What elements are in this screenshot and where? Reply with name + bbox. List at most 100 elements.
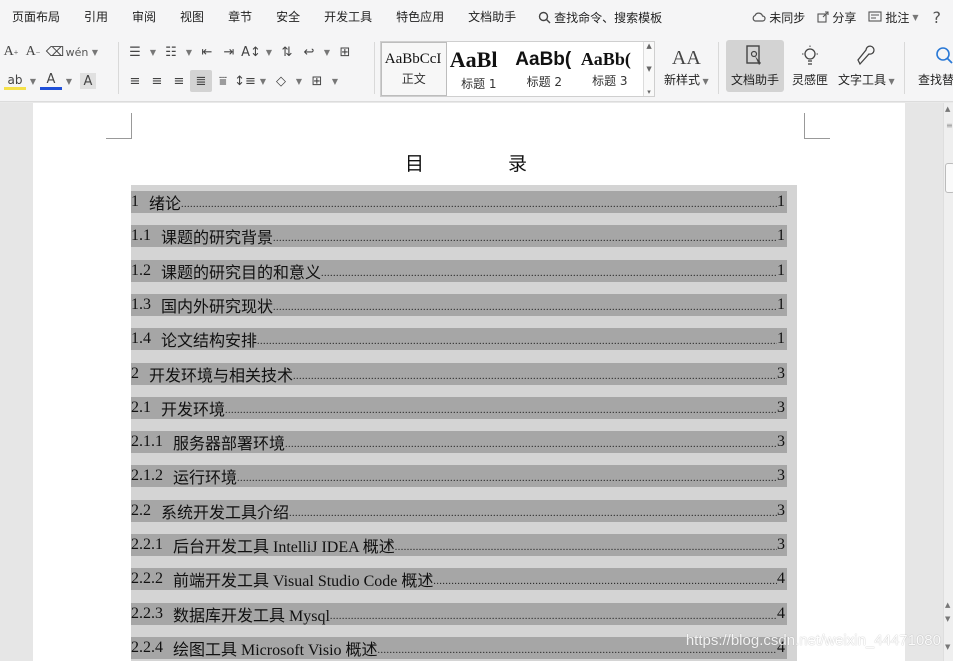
toc-entry[interactable]: 2.1.2 运行环境...............................… — [131, 465, 787, 488]
share-button[interactable]: 分享 — [811, 9, 862, 26]
decrease-indent-icon[interactable]: ⇤ — [196, 41, 218, 63]
sort-icon[interactable]: ⇅ — [276, 41, 298, 63]
inspiration-label: 灵感匣 — [792, 72, 829, 87]
toc-entry[interactable]: 1 绪论.....................................… — [131, 191, 787, 213]
new-style-button[interactable]: AA 新样式 ▼ — [660, 40, 713, 92]
toc-entry[interactable]: 1.1 课题的研究背景..............................… — [131, 225, 787, 248]
menu-special-apps[interactable]: 特色应用 — [384, 0, 456, 34]
toc-entry-page: 3 — [777, 467, 785, 485]
style-heading-3[interactable]: AaBb( 标题 3 — [578, 42, 644, 96]
expand-gallery-icon[interactable]: ▾ — [647, 88, 651, 96]
menu-developer[interactable]: 开发工具 — [312, 0, 384, 34]
style-heading-1[interactable]: AaBl 标题 1 — [447, 42, 513, 96]
text-direction-icon[interactable]: A↕ — [240, 41, 262, 63]
toc-entry[interactable]: 1.4 论文结构安排...............................… — [131, 328, 787, 351]
border-icon[interactable]: ⊞ — [306, 70, 328, 92]
chevron-up-icon[interactable]: ▲ — [945, 601, 950, 609]
cloud-icon — [752, 12, 766, 22]
shrink-font-icon[interactable]: A − — [22, 41, 44, 63]
inspiration-button[interactable]: 灵感匣 — [788, 40, 832, 92]
command-search[interactable]: 查找命令、搜索模板 — [528, 9, 672, 26]
font-color-icon[interactable]: A — [40, 72, 62, 90]
line-spacing-icon[interactable]: ↕≡ — [234, 70, 256, 92]
style-heading-2[interactable]: AaBb( 标题 2 — [512, 42, 578, 96]
toc-entry[interactable]: 1.3 国内外研究现状..............................… — [131, 293, 787, 316]
document-page[interactable]: 目 录 1 绪论.................................… — [33, 103, 905, 661]
char-shading-icon[interactable]: A — [80, 73, 96, 89]
chevron-down-icon[interactable]: ▼ — [262, 41, 276, 63]
menu-references[interactable]: 引用 — [72, 0, 120, 34]
grow-font-icon[interactable]: A + — [0, 41, 22, 63]
chevron-down-icon[interactable]: ▼ — [945, 643, 950, 651]
toc-entry[interactable]: 2 开发环境与相关技术..............................… — [131, 362, 787, 385]
toc-entry[interactable]: 2.2.2 前端开发工具 Visual Studio Code 概述.......… — [131, 568, 787, 591]
numbered-list-icon[interactable]: ☷ — [160, 41, 182, 63]
toc-entry-number: 2.2 — [131, 501, 151, 519]
menu-view[interactable]: 视图 — [168, 0, 216, 34]
text-tools-button[interactable]: 文字工具 ▼ — [834, 40, 899, 92]
chevron-down-icon[interactable]: ▼ — [292, 70, 306, 92]
help-icon[interactable]: ? — [925, 8, 953, 27]
toc-entry[interactable]: 2.1.1 服务器部署环境............................… — [131, 431, 787, 454]
toc-entry-title: 运行环境 — [173, 470, 238, 488]
menu-section[interactable]: 章节 — [216, 0, 264, 34]
scroll-thumb[interactable] — [945, 163, 953, 193]
comment-button[interactable]: 批注 ▼ — [862, 9, 924, 26]
find-replace-button[interactable]: 查找替 — [910, 40, 953, 92]
toc-entry[interactable]: 2.2.3 数据库开发工具 Mysql......................… — [131, 602, 787, 625]
chevron-down-icon[interactable]: ▼ — [146, 41, 160, 63]
shading-icon[interactable]: ◇ — [270, 70, 292, 92]
eraser-icon[interactable]: ⌫ — [44, 41, 66, 63]
increase-indent-icon[interactable]: ⇥ — [218, 41, 240, 63]
chevron-down-icon[interactable]: ▼ — [320, 41, 334, 63]
table-icon[interactable]: ⊞ — [334, 41, 356, 63]
toc-field[interactable]: 1 绪论.....................................… — [131, 185, 797, 661]
distribute-icon[interactable]: ⩸ — [212, 70, 234, 92]
toc-entry-number: 2 — [131, 364, 139, 382]
lightbulb-icon — [800, 45, 820, 71]
line-break-icon[interactable]: ↩ — [298, 41, 320, 63]
align-justify-icon[interactable]: ≣ — [190, 70, 212, 92]
toc-entry[interactable]: 2.1 开发环境.................................… — [131, 396, 787, 419]
document-canvas[interactable]: 目 录 1 绪论.................................… — [0, 103, 943, 661]
toc-title-char: 录 — [508, 154, 528, 175]
chevron-up-icon[interactable]: ▲ — [945, 105, 950, 113]
doc-assistant-icon — [746, 44, 764, 71]
chevron-down-icon[interactable]: ▼ — [182, 41, 196, 63]
search-icon — [914, 45, 953, 71]
doc-assistant-button[interactable]: 文档助手 — [726, 40, 784, 92]
toc-entry-page: 1 — [777, 295, 785, 313]
style-gallery-scroll[interactable]: ▲ ▼ ▾ — [643, 42, 654, 96]
chevron-down-icon[interactable]: ▼ — [328, 70, 342, 92]
align-center-icon[interactable]: ≡ — [146, 70, 168, 92]
bullet-list-icon[interactable]: ☰ — [124, 41, 146, 63]
menu-doc-assistant[interactable]: 文档助手 — [456, 0, 528, 34]
sync-button[interactable]: 未同步 — [745, 9, 811, 26]
toc-leader-dots: ........................................… — [433, 576, 777, 588]
style-normal[interactable]: AaBbCcI 正文 — [381, 42, 447, 96]
chevron-down-icon[interactable]: ▼ — [256, 70, 270, 92]
menu-security[interactable]: 安全 — [264, 0, 312, 34]
chevron-down-icon[interactable]: ▼ — [88, 41, 102, 63]
ribbon-divider — [718, 42, 719, 94]
vertical-scrollbar[interactable]: ▲ ≡ ▲ ▼ ▼ — [943, 103, 953, 661]
highlight-icon[interactable]: ab — [4, 72, 26, 90]
toc-entry[interactable]: 1.2 课题的研究目的和意义...........................… — [131, 259, 787, 282]
chevron-down-icon[interactable]: ▼ — [945, 615, 950, 623]
toc-leader-dots: ........................................… — [273, 301, 777, 313]
menu-review[interactable]: 审阅 — [120, 0, 168, 34]
find-replace-label: 查找替 — [918, 72, 953, 87]
toc-entry-title: 论文结构安排 — [161, 333, 258, 351]
chevron-down-icon[interactable]: ▼ — [26, 70, 40, 92]
chevron-down-icon[interactable]: ▼ — [646, 65, 651, 73]
align-left-icon[interactable]: ≡ — [124, 70, 146, 92]
phonetic-guide-icon[interactable]: wén — [66, 41, 89, 63]
toc-entry[interactable]: 2.2 系统开发工具介绍.............................… — [131, 499, 787, 522]
chevron-up-icon[interactable]: ▲ — [646, 42, 651, 50]
toc-entry-title: 课题的研究背景 — [161, 230, 274, 248]
toc-entry[interactable]: 2.2.1 后台开发工具 IntelliJ IDEA 概述............… — [131, 534, 787, 556]
align-right-icon[interactable]: ≡ — [168, 70, 190, 92]
chevron-down-icon[interactable]: ▼ — [62, 70, 76, 92]
menu-page-layout[interactable]: 页面布局 — [0, 0, 72, 34]
toc-entry-page: 1 — [777, 330, 785, 348]
